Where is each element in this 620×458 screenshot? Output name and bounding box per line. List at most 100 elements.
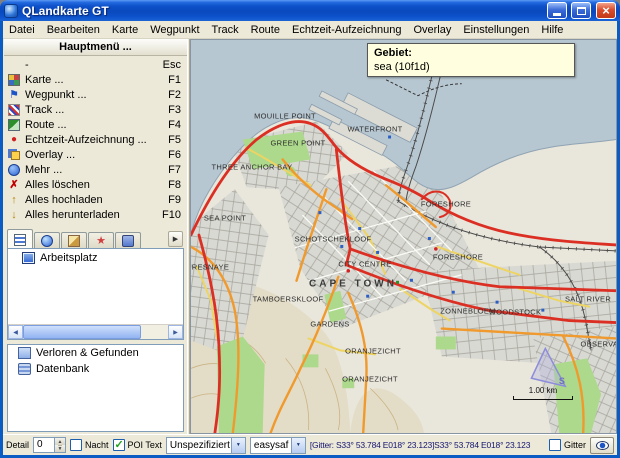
poi-text-checkbox[interactable]: POI Text bbox=[112, 438, 162, 451]
menu-item-alles-hochladen[interactable]: ↑ Alles hochladen F9 bbox=[4, 192, 187, 207]
spin-up-button[interactable] bbox=[55, 438, 66, 445]
menubar: Datei Bearbeiten Karte Wegpunkt Track Ro… bbox=[3, 21, 617, 39]
chevron-down-icon[interactable] bbox=[290, 437, 305, 453]
record-icon: ● bbox=[10, 133, 18, 145]
menu-bearbeiten[interactable]: Bearbeiten bbox=[41, 23, 106, 37]
map-tooltip: Gebiet: sea (10f1d) bbox=[367, 43, 575, 77]
menu-echtzeit[interactable]: Echtzeit-Aufzeichnung bbox=[286, 23, 407, 37]
menu-item-shortcut: F9 bbox=[168, 193, 181, 206]
tab-database[interactable] bbox=[115, 232, 141, 249]
menu-item-shortcut: F2 bbox=[168, 88, 181, 101]
map-label: WOODSTOCK bbox=[488, 307, 542, 317]
scroll-right-button[interactable] bbox=[168, 325, 183, 339]
checkbox-checked-icon[interactable] bbox=[112, 438, 125, 451]
tooltip-value: sea (10f1d) bbox=[374, 61, 430, 73]
menu-route[interactable]: Route bbox=[245, 23, 286, 37]
menu-item-mehr[interactable]: Mehr ... F7 bbox=[4, 162, 187, 177]
menu-item-label: Route ... bbox=[25, 118, 67, 131]
window-title: QLandkarte GT bbox=[22, 3, 109, 18]
download-icon: ↓ bbox=[11, 208, 17, 221]
nacht-label: Nacht bbox=[85, 440, 109, 450]
menu-item-karte[interactable]: Karte ... F1 bbox=[4, 72, 187, 87]
detail-value: 0 bbox=[37, 439, 43, 450]
menu-item-label: - bbox=[25, 58, 29, 71]
tree-item-label: Datenbank bbox=[36, 363, 90, 375]
tree-item-datenbank[interactable]: Datenbank bbox=[8, 361, 183, 377]
eye-icon bbox=[595, 440, 609, 450]
menu-item-route[interactable]: Route ... F4 bbox=[4, 117, 187, 132]
scrollbar-track[interactable] bbox=[23, 325, 168, 339]
menu-item-label: Overlay ... bbox=[25, 148, 76, 161]
menu-overlay[interactable]: Overlay bbox=[407, 23, 457, 37]
statusbar: Detail 0 Nacht POI Text Unspezifiziert e… bbox=[3, 434, 617, 455]
menu-item-alles-loeschen[interactable]: ✗ Alles löschen F8 bbox=[4, 177, 187, 192]
gitter-checkbox[interactable]: Gitter bbox=[548, 439, 586, 451]
checkbox-icon[interactable] bbox=[548, 439, 561, 451]
nacht-checkbox[interactable]: Nacht bbox=[70, 439, 109, 451]
sidebar-header: Hauptmenü ... bbox=[4, 39, 187, 56]
menu-item-shortcut: F8 bbox=[168, 178, 181, 191]
menu-item-wegpunkt[interactable]: ⚑ Wegpunkt ... F2 bbox=[4, 87, 187, 102]
tab-edit[interactable] bbox=[61, 232, 87, 249]
menu-item-alles-herunterladen[interactable]: ↓ Alles herunterladen F10 bbox=[4, 207, 187, 222]
visibility-button[interactable] bbox=[590, 436, 614, 454]
menu-item-label: Echtzeit-Aufzeichnung ... bbox=[25, 133, 147, 146]
poi-type-combobox[interactable]: Unspezifiziert bbox=[165, 436, 246, 454]
map-label: ZONNEBLOEM bbox=[440, 306, 496, 316]
detail-label: Detail bbox=[6, 440, 30, 450]
scale-line bbox=[513, 396, 573, 400]
sidebar: Hauptmenü ... - Esc Karte ... F1 ⚑ Wegpu… bbox=[3, 39, 187, 434]
chevron-down-icon[interactable] bbox=[230, 437, 245, 453]
track-icon bbox=[8, 103, 20, 116]
tab-maps[interactable] bbox=[34, 232, 60, 249]
menu-karte[interactable]: Karte bbox=[106, 23, 144, 37]
maximize-button[interactable] bbox=[571, 2, 591, 19]
detail-spinbox[interactable]: 0 bbox=[33, 437, 67, 453]
main-menu-list: - Esc Karte ... F1 ⚑ Wegpunkt ... F2 Tra… bbox=[4, 56, 187, 222]
map-icon bbox=[8, 73, 20, 86]
minimize-button[interactable] bbox=[547, 2, 567, 19]
close-button[interactable] bbox=[596, 2, 616, 19]
horizontal-scrollbar[interactable] bbox=[8, 324, 183, 339]
menu-wegpunkt[interactable]: Wegpunkt bbox=[144, 23, 205, 37]
workspace-item[interactable]: Arbeitsplatz bbox=[8, 249, 183, 267]
menu-einstellungen[interactable]: Einstellungen bbox=[457, 23, 535, 37]
map-canvas[interactable]: MOUILLE POINT WATERFRONT GREEN POINT THR… bbox=[190, 39, 617, 434]
database-listbox: Verloren & Gefunden Datenbank bbox=[7, 344, 184, 432]
tab-workspace[interactable] bbox=[7, 229, 33, 249]
menu-item-escape[interactable]: - Esc bbox=[4, 57, 187, 72]
app-window: QLandkarte GT Datei Bearbeiten Karte Weg… bbox=[0, 0, 620, 458]
map-scalebar: 1.00 km bbox=[513, 386, 573, 400]
menu-item-echtzeit[interactable]: ● Echtzeit-Aufzeichnung ... F5 bbox=[4, 132, 187, 147]
menu-item-label: Karte ... bbox=[25, 73, 64, 86]
edit-tab-icon bbox=[68, 235, 80, 247]
scroll-left-button[interactable] bbox=[8, 325, 23, 339]
close-icon bbox=[602, 4, 610, 17]
menu-datei[interactable]: Datei bbox=[3, 23, 41, 37]
menu-item-label: Wegpunkt ... bbox=[25, 88, 87, 101]
maximize-icon bbox=[576, 6, 586, 15]
poi-text-label: POI Text bbox=[127, 440, 162, 450]
menu-hilfe[interactable]: Hilfe bbox=[535, 23, 569, 37]
menu-item-shortcut: F6 bbox=[168, 148, 181, 161]
menu-item-label: Mehr ... bbox=[25, 163, 63, 176]
delete-icon: ✗ bbox=[9, 178, 19, 191]
spin-down-button[interactable] bbox=[55, 445, 66, 452]
coordinates-readout: [Gitter: S33° 53.784 E018° 23.123]S33° 5… bbox=[309, 440, 531, 450]
menu-item-track[interactable]: Track ... F3 bbox=[4, 102, 187, 117]
tab-favorites[interactable]: ★ bbox=[88, 232, 114, 249]
menu-track[interactable]: Track bbox=[206, 23, 245, 37]
map-label: FORESHORE bbox=[432, 252, 484, 262]
map-label: ORANJEZICHT bbox=[342, 374, 398, 384]
menu-item-overlay[interactable]: Overlay ... F6 bbox=[4, 147, 187, 162]
detail-spin-buttons bbox=[54, 438, 66, 452]
map-label: FORESHORE bbox=[420, 199, 472, 209]
checkbox-icon[interactable] bbox=[70, 439, 83, 451]
tree-item-verloren[interactable]: Verloren & Gefunden bbox=[8, 345, 183, 361]
scrollbar-thumb[interactable] bbox=[23, 325, 141, 339]
map-combobox[interactable]: easysaf bbox=[249, 436, 306, 454]
map-label: SEA POINT bbox=[203, 213, 247, 223]
scale-label: 1.00 km bbox=[528, 386, 558, 395]
tab-scroll-right-button[interactable] bbox=[168, 231, 183, 247]
list-tab-icon bbox=[14, 233, 26, 246]
